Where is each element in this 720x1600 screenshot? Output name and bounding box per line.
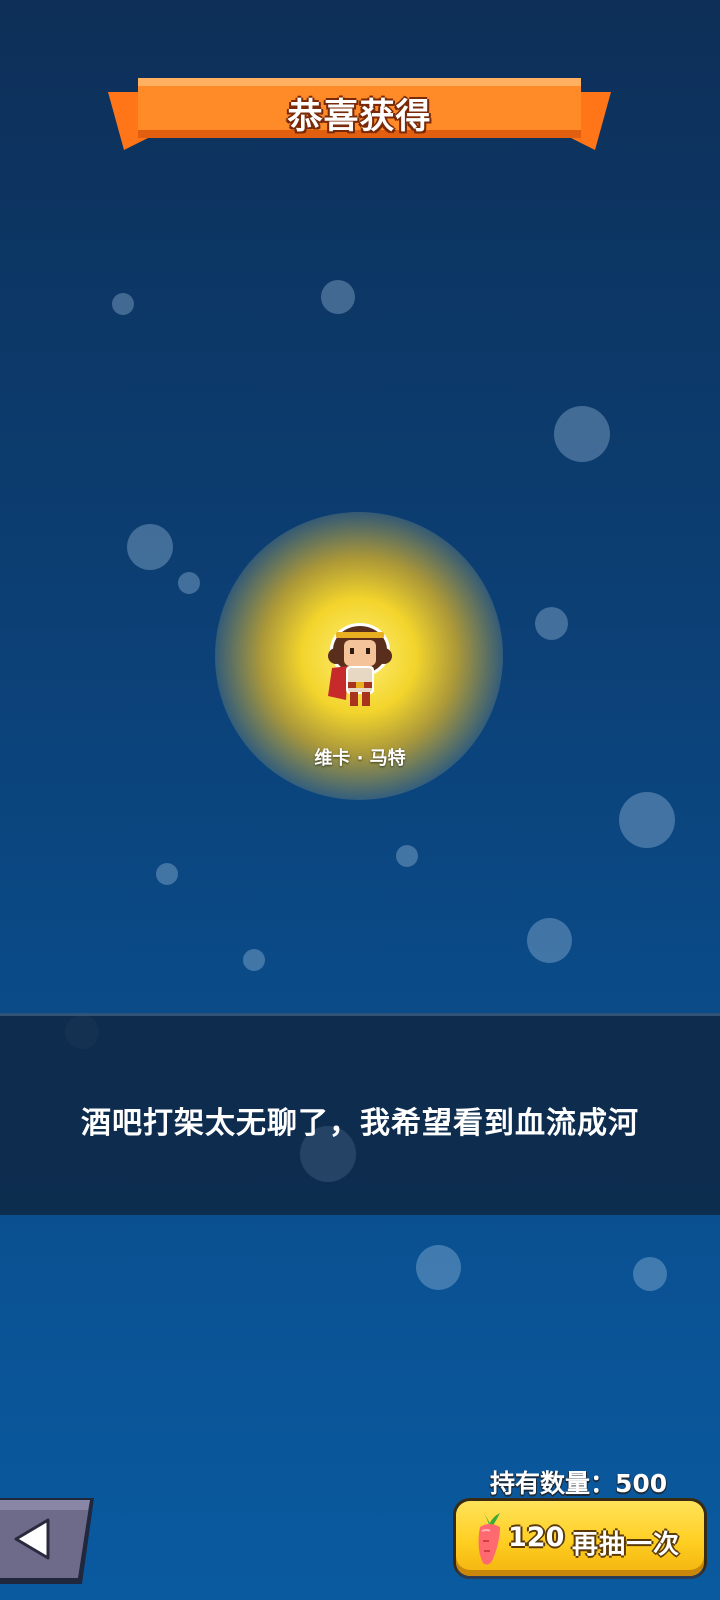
bubble-decoration xyxy=(416,1245,461,1290)
hold-count: 持有数量：500 xyxy=(490,1469,668,1498)
bubble-decoration xyxy=(127,524,173,570)
bubble-decoration xyxy=(112,293,134,315)
bubble-decoration xyxy=(321,280,355,314)
bubble-decoration xyxy=(243,949,265,971)
bubble-decoration xyxy=(554,406,610,462)
bubble-decoration xyxy=(619,792,675,848)
title-banner: 恭喜获得 xyxy=(108,78,611,150)
bubble-decoration xyxy=(633,1257,667,1291)
draw-again-label: 再抽一次 xyxy=(572,1530,681,1560)
bubble-decoration xyxy=(156,863,178,885)
draw-again-button[interactable]: 120 再抽一次 xyxy=(456,1501,704,1576)
carrot-icon xyxy=(478,1513,500,1565)
character-avatar xyxy=(328,623,392,706)
bubble-decoration xyxy=(535,607,568,640)
back-arrow-icon xyxy=(0,1498,94,1584)
character-quote: 酒吧打架太无聊了，我希望看到血流成河 xyxy=(81,1106,639,1141)
bubble-decoration xyxy=(527,918,572,963)
page-title: 恭喜获得 xyxy=(287,97,432,137)
character-name: 维卡 · 马特 xyxy=(314,748,406,769)
draw-cost: 120 xyxy=(508,1522,565,1553)
back-button[interactable] xyxy=(0,1492,96,1590)
gacha-result-screen: 恭喜获得 维卡 · 马特 酒吧打架太无聊了，我希望看到血流成河 持有数量：500… xyxy=(0,0,720,1600)
bubble-decoration xyxy=(178,572,200,594)
bubble-decoration xyxy=(396,845,418,867)
character-quote-panel: 酒吧打架太无聊了，我希望看到血流成河 xyxy=(0,1013,720,1215)
